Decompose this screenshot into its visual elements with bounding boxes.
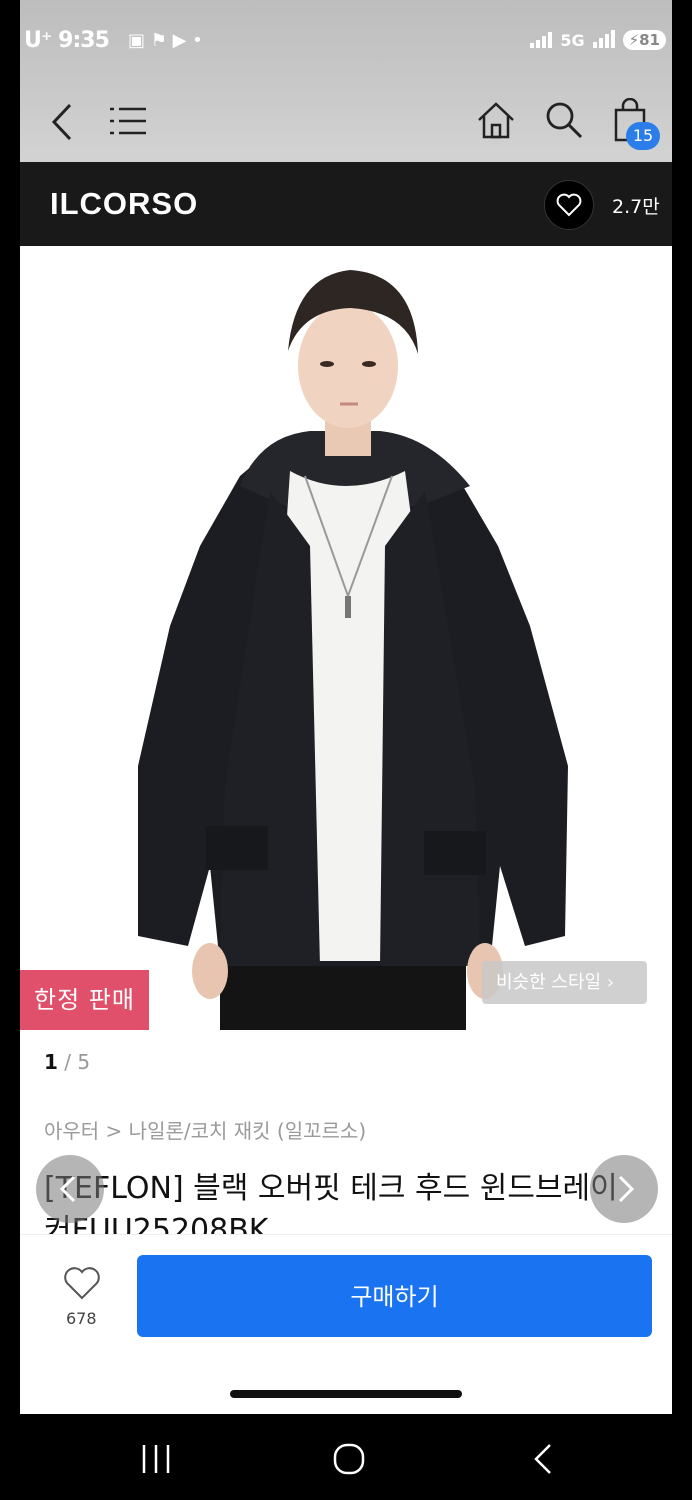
top-navigation	[20, 84, 672, 162]
product-title-line1: [TEFLON] 블랙 오버핏 테크 후드 윈드브레이	[44, 1171, 618, 1206]
network-label: 5G	[560, 30, 585, 50]
heart-icon	[556, 193, 582, 217]
buy-button[interactable]: 구매하기	[137, 1255, 652, 1337]
product-image[interactable]	[20, 246, 672, 1030]
home-indicator	[230, 1390, 462, 1398]
product-photo-model	[138, 270, 568, 1030]
similar-style-button[interactable]: 비슷한 스타일 ›	[482, 961, 647, 1004]
recent-apps-icon[interactable]	[140, 1442, 172, 1476]
app-screen: U⁺ 9:35 ▣ ⚑ ▶ • 5G ⚡81 15 ILCORSO 2.7만 한…	[20, 0, 672, 1414]
android-navigation-bar	[0, 1414, 692, 1500]
back-button-icon[interactable]	[530, 1442, 556, 1476]
notification-icons: ▣ ⚑ ▶ •	[128, 30, 203, 51]
image-page-indicator: 1 / 5	[44, 1050, 91, 1074]
product-title: [TEFLON] 블랙 오버핏 테크 후드 윈드브레이 커FUU25208BK	[44, 1168, 654, 1234]
home-icon[interactable]	[476, 100, 516, 140]
home-button-icon[interactable]	[332, 1442, 366, 1476]
search-icon[interactable]	[544, 100, 584, 140]
category-breadcrumb[interactable]: 아우터 > 나일론/코치 재킷 (일꼬르소)	[44, 1115, 366, 1144]
next-image-button[interactable]	[590, 1155, 658, 1223]
limited-sale-badge: 한정 판매	[20, 970, 149, 1030]
battery-indicator: ⚡81	[622, 30, 666, 50]
back-icon[interactable]	[48, 102, 78, 142]
prev-image-button[interactable]	[36, 1155, 104, 1223]
heart-icon[interactable]	[62, 1265, 102, 1301]
status-right: 5G ⚡81	[530, 30, 666, 50]
image-current-index: 1	[44, 1050, 58, 1074]
brand-bar[interactable]: ILCORSO 2.7만	[20, 162, 672, 246]
brand-likes-count: 2.7만	[612, 196, 660, 218]
brand-name[interactable]: ILCORSO	[50, 186, 198, 222]
status-bar: U⁺ 9:35 ▣ ⚑ ▶ • 5G ⚡81	[20, 0, 672, 84]
product-like-count: 678	[66, 1309, 97, 1328]
image-total-count: 5	[77, 1050, 91, 1074]
wifi-signal-icon	[592, 30, 615, 48]
carrier-label: U⁺	[24, 28, 53, 53]
battery-level: 81	[639, 31, 660, 49]
menu-icon[interactable]	[110, 106, 148, 136]
signal-icon	[530, 32, 553, 48]
brand-like-button[interactable]	[544, 180, 594, 230]
cart-count-badge: 15	[626, 122, 660, 150]
status-time: U⁺ 9:35	[24, 28, 110, 53]
chevron-right-icon	[618, 1175, 635, 1203]
product-title-line2: 커FUU25208BK	[44, 1213, 269, 1234]
chevron-left-icon	[59, 1175, 76, 1203]
similar-style-label: 비슷한 스타일	[496, 972, 602, 993]
clock: 9:35	[58, 28, 110, 53]
chevron-right-icon: ›	[606, 972, 615, 993]
